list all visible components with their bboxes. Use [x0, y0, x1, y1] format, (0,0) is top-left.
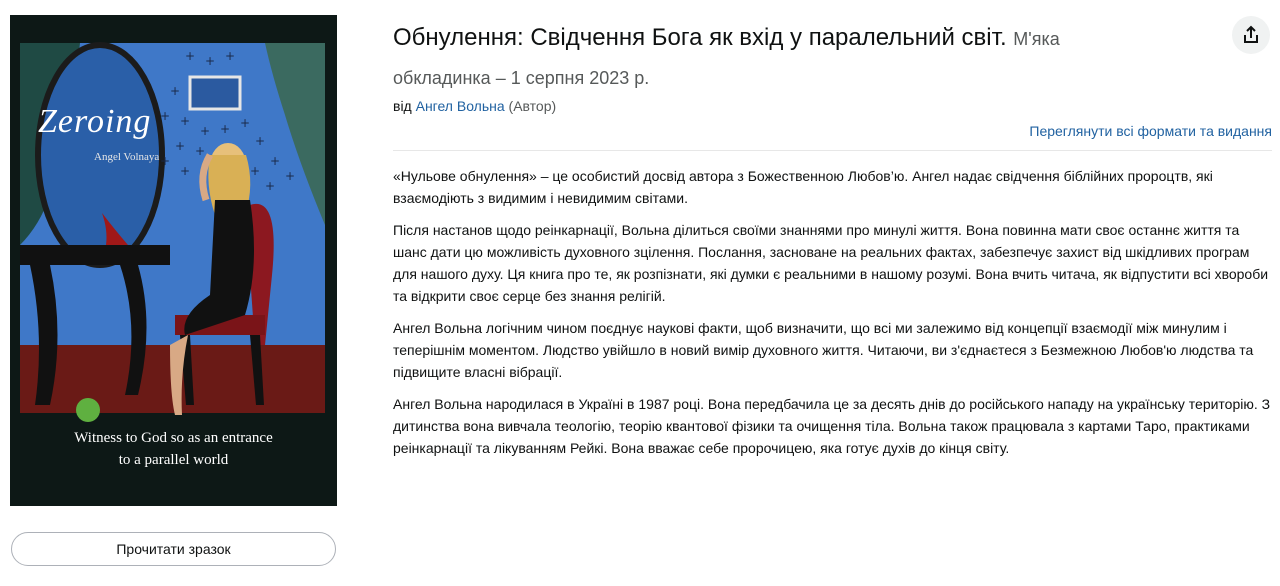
cover-title: Zeroing	[38, 103, 152, 140]
cover-subtitle-line1: Witness to God so as an entrance	[74, 430, 273, 446]
description-paragraph: Після настанов щодо реінкарнації, Вольна…	[393, 222, 1269, 304]
description-paragraph: Ангел Вольна народилася в Україні в 1987…	[393, 396, 1271, 456]
svg-text:+: +	[255, 134, 265, 148]
share-button[interactable]	[1232, 16, 1270, 54]
svg-text:+: +	[225, 49, 235, 63]
author-role: (Автор)	[508, 98, 557, 114]
cover-author: Angel Volnaya	[94, 151, 160, 163]
svg-text:+: +	[250, 164, 260, 178]
divider	[393, 150, 1272, 151]
svg-text:+: +	[220, 122, 230, 136]
by-label: від	[393, 98, 412, 114]
svg-text:+: +	[160, 154, 170, 168]
read-sample-button[interactable]: Прочитати зразок	[11, 532, 336, 566]
date-separator: –	[490, 68, 511, 88]
byline: від Ангел Вольна (Автор)	[393, 96, 556, 116]
book-title: Обнулення: Свідчення Бога як вхід у пара…	[393, 24, 1007, 51]
svg-text:+: +	[205, 54, 215, 68]
description-paragraph: Ангел Вольна логічним чином поєднує наук…	[393, 320, 1254, 380]
svg-text:+: +	[180, 114, 190, 128]
svg-text:+: +	[175, 139, 185, 153]
cover-subtitle-line2: to a parallel world	[118, 452, 229, 468]
svg-text:+: +	[285, 169, 295, 183]
product-title: Обнулення: Свідчення Бога як вхід у пара…	[393, 20, 1193, 57]
binding-type: М'яка	[1013, 29, 1060, 49]
svg-text:+: +	[270, 154, 280, 168]
share-icon	[1244, 25, 1258, 43]
svg-text:+: +	[185, 49, 195, 63]
cover-subtitle: Witness to God so as an entrance to a pa…	[10, 427, 337, 471]
svg-text:+: +	[170, 84, 180, 98]
book-description: «Нульове обнулення» – це особистий досві…	[393, 165, 1273, 469]
all-formats-link[interactable]: Переглянути всі формати та видання	[1029, 123, 1272, 139]
description-paragraph: «Нульове обнулення» – це особистий досві…	[393, 168, 1213, 206]
svg-text:+: +	[265, 179, 275, 193]
svg-text:+: +	[160, 109, 170, 123]
binding-and-date: обкладинка – 1 серпня 2023 р.	[393, 64, 649, 92]
svg-text:+: +	[195, 144, 205, 158]
svg-text:+: +	[200, 124, 210, 138]
book-cover-image[interactable]: + + + + + + + + + + + + + + + + + + Zeroing Angel Vo…	[10, 15, 337, 506]
publication-date: 1 серпня 2023 р.	[510, 68, 650, 88]
svg-text:+: +	[180, 164, 190, 178]
binding-rest: обкладинка	[393, 68, 491, 88]
author-link[interactable]: Ангел Вольна	[416, 98, 505, 114]
svg-text:+: +	[240, 116, 250, 130]
